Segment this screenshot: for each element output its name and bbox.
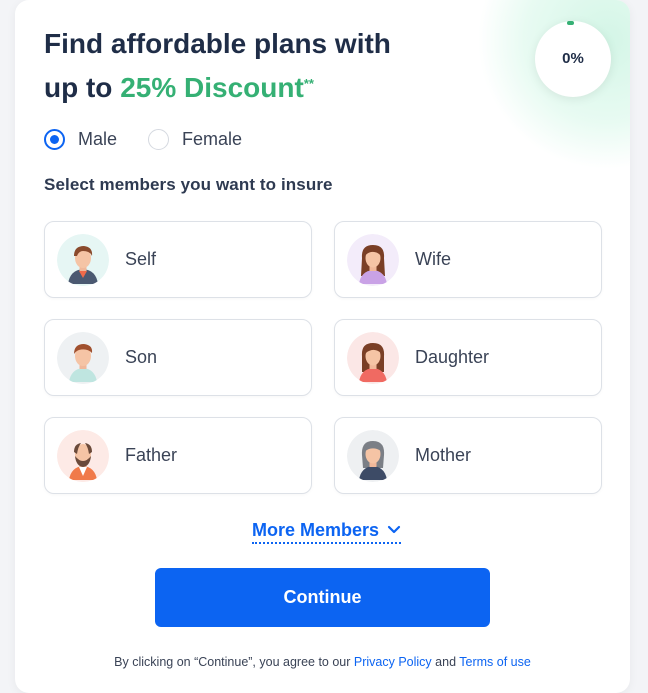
- terms-of-use-link[interactable]: Terms of use: [459, 655, 531, 669]
- member-label-self: Self: [125, 249, 157, 269]
- son-avatar-icon: [57, 331, 109, 384]
- gender-option-male[interactable]: Male: [44, 126, 117, 152]
- title-line-2: up to 25% Discount**: [44, 66, 464, 110]
- male-label: Male: [78, 128, 118, 149]
- more-members-button[interactable]: More Members: [252, 518, 402, 544]
- legal-and: and: [431, 655, 460, 669]
- member-label-mother: Mother: [415, 445, 472, 465]
- daughter-avatar-icon: [347, 331, 399, 384]
- member-card-daughter[interactable]: Daughter: [334, 319, 602, 396]
- page-title: Find affordable plans with up to 25% Dis…: [44, 22, 464, 110]
- progress-label: 0%: [562, 50, 584, 67]
- member-card-wife[interactable]: Wife: [334, 221, 602, 298]
- insurance-card: 0% Find affordable plans with up to 25% …: [15, 0, 630, 693]
- member-card-father[interactable]: Father: [44, 417, 312, 494]
- title-prefix: up to: [44, 72, 121, 103]
- member-card-mother[interactable]: Mother: [334, 417, 602, 494]
- progress-indicator: 0%: [535, 21, 611, 97]
- discount-text: 25% Discount: [120, 72, 304, 103]
- female-radio[interactable]: [148, 128, 169, 150]
- member-card-son[interactable]: Son: [44, 319, 312, 396]
- title-line-1: Find affordable plans with: [44, 28, 391, 59]
- member-label-father: Father: [125, 445, 178, 465]
- member-label-wife: Wife: [415, 249, 451, 269]
- member-label-son: Son: [125, 347, 158, 367]
- female-label: Female: [182, 128, 243, 149]
- mother-avatar-icon: [347, 429, 399, 482]
- more-members-label: More Members: [252, 519, 380, 540]
- member-card-self[interactable]: Self: [44, 221, 312, 298]
- father-avatar-icon: [57, 429, 109, 482]
- continue-button[interactable]: Continue: [155, 568, 490, 627]
- members-section-title: Select members you want to insure: [44, 175, 333, 194]
- male-radio[interactable]: [44, 128, 65, 150]
- self-avatar-icon: [57, 233, 109, 286]
- legal-disclaimer: By clicking on “Continue”, you agree to …: [15, 655, 630, 669]
- member-label-daughter: Daughter: [415, 347, 490, 367]
- legal-prefix: By clicking on “Continue”, you agree to …: [114, 655, 354, 669]
- footnote-mark: **: [303, 76, 314, 91]
- chevron-down-icon: [387, 525, 401, 534]
- wife-avatar-icon: [347, 233, 399, 286]
- gender-option-female[interactable]: Female: [148, 126, 242, 152]
- privacy-policy-link[interactable]: Privacy Policy: [354, 655, 432, 669]
